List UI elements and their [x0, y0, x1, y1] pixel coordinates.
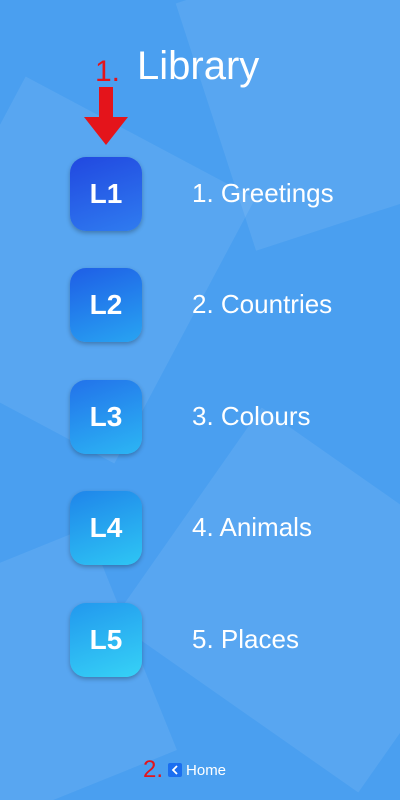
- lesson-label[interactable]: 4. Animals: [192, 512, 312, 543]
- lesson-label[interactable]: 5. Places: [192, 624, 299, 655]
- lesson-label[interactable]: 1. Greetings: [192, 178, 334, 209]
- lesson-item-5[interactable]: L5 5. Places: [70, 603, 370, 677]
- footer: 2. Home: [143, 757, 226, 783]
- lesson-label[interactable]: 2. Countries: [192, 289, 332, 320]
- lesson-item-2[interactable]: L2 2. Countries: [70, 268, 370, 342]
- lesson-item-3[interactable]: L3 3. Colours: [70, 380, 370, 454]
- lesson-icon-l5[interactable]: L5: [70, 603, 142, 677]
- lesson-item-4[interactable]: L4 4. Animals: [70, 491, 370, 565]
- lesson-icon-l3[interactable]: L3: [70, 380, 142, 454]
- lesson-label[interactable]: 3. Colours: [192, 401, 311, 432]
- down-arrow-icon: [84, 87, 128, 145]
- lesson-icon-l2[interactable]: L2: [70, 268, 142, 342]
- home-button[interactable]: Home: [168, 763, 226, 778]
- lesson-icon-l1[interactable]: L1: [70, 157, 142, 231]
- annotation-step-2: 2.: [143, 756, 164, 783]
- home-label[interactable]: Home: [186, 763, 226, 778]
- page-title: Library: [137, 44, 260, 88]
- lesson-icon-l4[interactable]: L4: [70, 491, 142, 565]
- lesson-item-1[interactable]: L1 1. Greetings: [70, 157, 370, 231]
- chevron-left-icon[interactable]: [168, 763, 183, 777]
- annotation-step-1: 1.: [95, 55, 121, 88]
